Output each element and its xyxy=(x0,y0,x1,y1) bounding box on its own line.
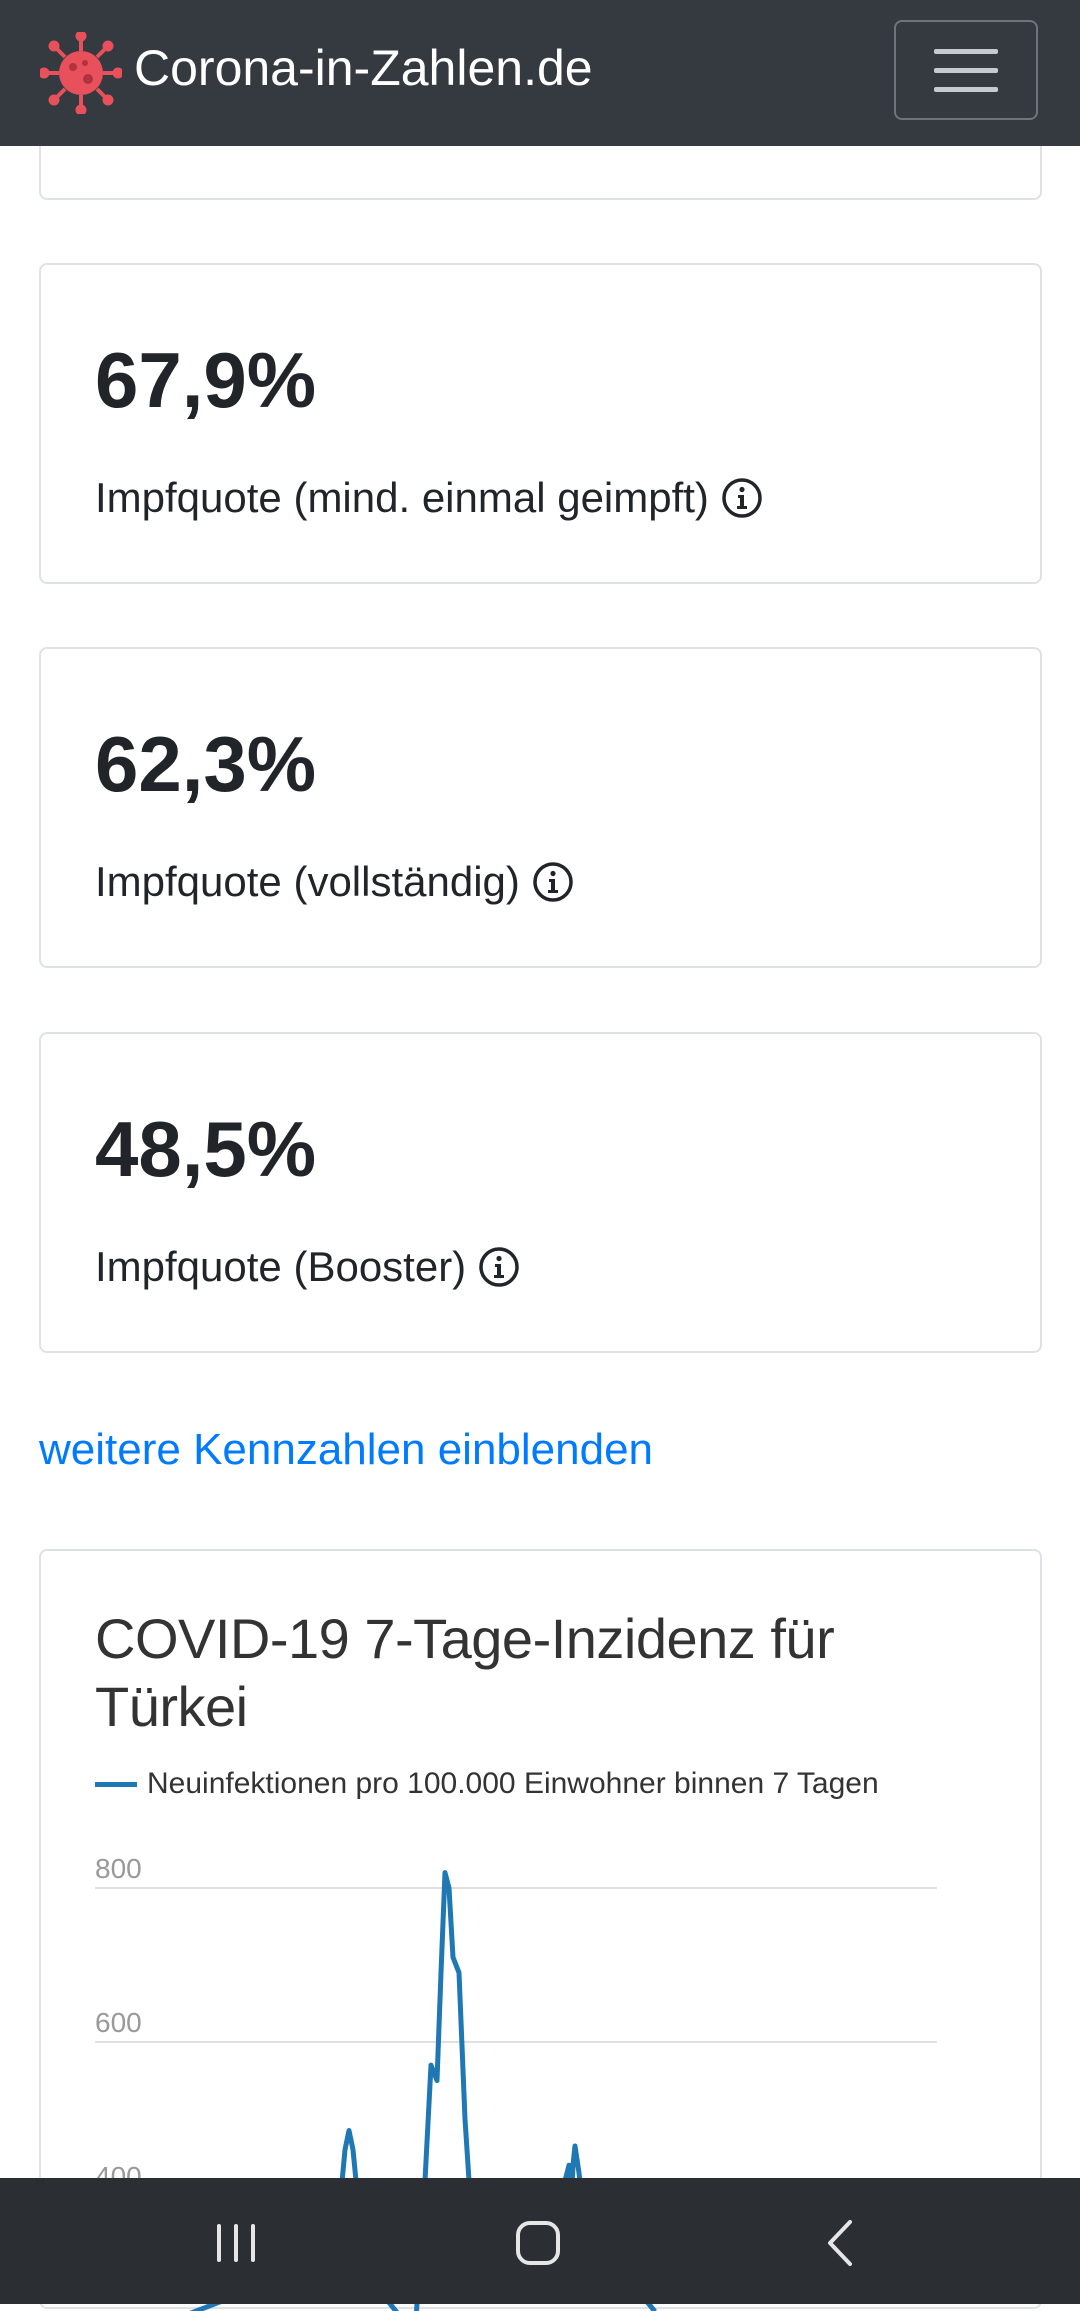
stat-label-text: Impfquote (Booster) xyxy=(95,1243,467,1290)
recents-icon[interactable] xyxy=(201,2208,271,2278)
brand-title[interactable]: Corona-in-Zahlen.de xyxy=(134,38,593,98)
info-icon[interactable] xyxy=(532,861,574,903)
back-icon[interactable] xyxy=(806,2208,876,2278)
y-tick-label: 800 xyxy=(95,1853,142,1884)
hamburger-icon-bar xyxy=(934,87,998,92)
stat-label: Impfquote (Booster) xyxy=(95,1242,520,1292)
menu-toggle-button[interactable] xyxy=(894,20,1038,120)
home-icon[interactable] xyxy=(503,2208,573,2278)
hamburger-icon xyxy=(934,49,998,54)
info-icon[interactable] xyxy=(721,477,763,519)
navbar: Corona-in-Zahlen.de xyxy=(0,0,1080,146)
stat-label-text: Impfquote (mind. einmal geimpft) xyxy=(95,474,709,521)
system-navigation-bar xyxy=(0,2178,1080,2304)
stat-card-booster: 48,5% Impfquote (Booster) xyxy=(39,1032,1042,1353)
info-icon[interactable] xyxy=(478,1246,520,1288)
stat-card-first-dose: 67,9% Impfquote (mind. einmal geimpft) xyxy=(39,263,1042,584)
hamburger-icon-bar xyxy=(934,68,998,73)
stat-card-full: 62,3% Impfquote (vollständig) xyxy=(39,647,1042,968)
stat-label: Impfquote (mind. einmal geimpft) xyxy=(95,473,763,523)
stat-label-text: Impfquote (vollständig) xyxy=(95,858,520,905)
y-tick-label: 600 xyxy=(95,2007,142,2038)
stat-value: 67,9% xyxy=(95,336,317,424)
show-more-link[interactable]: weitere Kennzahlen einblenden xyxy=(39,1420,653,1480)
stat-value: 62,3% xyxy=(95,720,317,808)
stat-label: Impfquote (vollständig) xyxy=(95,857,574,907)
stat-value: 48,5% xyxy=(95,1105,317,1193)
virus-logo-icon xyxy=(40,32,122,114)
